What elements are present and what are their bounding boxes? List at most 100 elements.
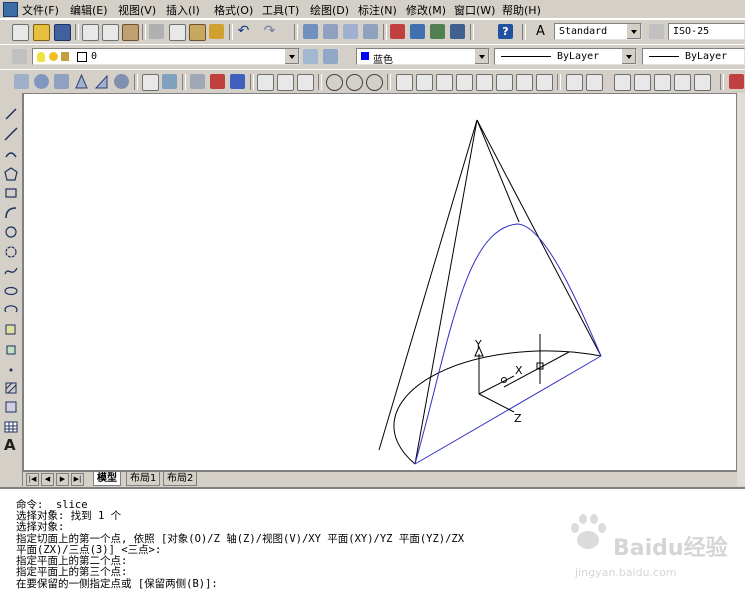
menu-insert[interactable]: 插入(I): [166, 2, 200, 18]
text-style-select[interactable]: Standard: [554, 23, 642, 40]
mtext-icon[interactable]: A: [4, 438, 18, 453]
setup-drawing-icon[interactable]: [257, 74, 274, 91]
last-tab-button[interactable]: ▶|: [71, 473, 84, 486]
dim-style-icon[interactable]: [649, 24, 664, 39]
taper-faces-icon[interactable]: [496, 74, 513, 91]
copy-faces-icon[interactable]: [516, 74, 533, 91]
chevron-down-icon[interactable]: [474, 49, 489, 64]
revolve-icon[interactable]: [162, 74, 177, 89]
cut-icon[interactable]: [149, 24, 164, 39]
undo-icon[interactable]: ↶: [236, 24, 251, 39]
revcloud-icon[interactable]: [4, 245, 18, 259]
menu-file[interactable]: 文件(F): [22, 2, 59, 18]
wedge-icon[interactable]: [94, 74, 109, 89]
subtract-icon[interactable]: [346, 74, 363, 91]
rotate-faces-icon[interactable]: [476, 74, 493, 91]
clean-icon[interactable]: [634, 74, 651, 91]
construction-line-icon[interactable]: [4, 127, 18, 141]
hatch-icon[interactable]: [4, 381, 18, 395]
arc-icon[interactable]: [4, 206, 18, 220]
make-current-icon[interactable]: [303, 49, 318, 64]
union-icon[interactable]: [326, 74, 343, 91]
open-icon[interactable]: [33, 24, 50, 41]
polyline-icon[interactable]: [4, 147, 18, 161]
preview-icon[interactable]: [102, 24, 119, 41]
menu-window[interactable]: 窗口(W): [454, 2, 495, 18]
properties-icon[interactable]: [390, 24, 405, 39]
extrude-faces-icon[interactable]: [396, 74, 413, 91]
chevron-down-icon[interactable]: [626, 24, 641, 39]
help-icon[interactable]: ?: [498, 24, 513, 39]
setup-view-icon[interactable]: [277, 74, 294, 91]
move-faces-icon[interactable]: [416, 74, 433, 91]
color-select[interactable]: 蓝色: [356, 48, 490, 66]
rectangle-icon[interactable]: [4, 186, 18, 200]
polygon-icon[interactable]: [4, 167, 18, 181]
designcenter-icon[interactable]: [410, 24, 425, 39]
ellipse-icon[interactable]: [4, 284, 18, 298]
tab-layout2[interactable]: 布局2: [163, 472, 198, 486]
section-icon[interactable]: [210, 74, 225, 89]
color-faces-icon[interactable]: [536, 74, 553, 91]
new-icon[interactable]: [12, 24, 29, 41]
dim-style-select[interactable]: ISO-25: [668, 23, 745, 40]
torus-icon[interactable]: [114, 74, 129, 89]
copy-edges-icon[interactable]: [566, 74, 583, 91]
cone-icon[interactable]: [74, 73, 89, 89]
layer-manager-icon[interactable]: [12, 49, 27, 64]
tab-layout1[interactable]: 布局1: [126, 472, 161, 486]
layer-previous-icon[interactable]: [323, 49, 338, 64]
check-icon[interactable]: [694, 74, 711, 91]
calc-icon[interactable]: [450, 24, 465, 39]
ellipse-arc-icon[interactable]: [4, 304, 18, 318]
interfere-icon[interactable]: [230, 74, 245, 89]
circle-icon[interactable]: [4, 225, 18, 239]
zoom-previous-icon[interactable]: [363, 24, 378, 39]
menu-help[interactable]: 帮助(H): [502, 2, 541, 18]
shell-icon[interactable]: [674, 74, 691, 91]
setup-profile-icon[interactable]: [297, 74, 314, 91]
next-tab-button[interactable]: ▶: [56, 473, 69, 486]
menu-edit[interactable]: 编辑(E): [70, 2, 108, 18]
paste-icon[interactable]: [189, 24, 206, 41]
menu-draw[interactable]: 绘图(D): [310, 2, 349, 18]
zoom-window-icon[interactable]: [343, 24, 358, 39]
intersect-icon[interactable]: [366, 74, 383, 91]
lineweight-select[interactable]: ByLayer: [642, 48, 745, 65]
line-icon[interactable]: [4, 107, 18, 121]
chevron-down-icon[interactable]: [621, 49, 636, 64]
spline-icon[interactable]: [4, 264, 18, 278]
table-icon[interactable]: [4, 420, 18, 434]
print-icon[interactable]: [82, 24, 99, 41]
text-style-icon[interactable]: A: [533, 24, 548, 39]
copy-icon[interactable]: [169, 24, 186, 41]
extrude-icon[interactable]: [142, 74, 159, 91]
make-block-icon[interactable]: [4, 343, 18, 357]
tab-model[interactable]: 模型: [93, 472, 121, 486]
menu-dimension[interactable]: 标注(N): [358, 2, 397, 18]
linetype-select[interactable]: ByLayer: [494, 48, 637, 65]
save-icon[interactable]: [54, 24, 71, 41]
drawing-canvas[interactable]: Y X Z: [23, 93, 737, 471]
imprint-icon[interactable]: [614, 74, 631, 91]
3d-orbit-icon[interactable]: [729, 74, 744, 89]
menu-modify[interactable]: 修改(M): [406, 2, 446, 18]
chevron-down-icon[interactable]: [284, 49, 299, 64]
command-prompt[interactable]: 在要保留的一侧指定点或 [保留两侧(B)]:: [16, 579, 218, 590]
app-icon[interactable]: [3, 2, 18, 17]
cylinder-icon[interactable]: [54, 74, 69, 89]
color-edges-icon[interactable]: [586, 74, 603, 91]
toolpalette-icon[interactable]: [430, 24, 445, 39]
menu-format[interactable]: 格式(O): [214, 2, 253, 18]
menu-view[interactable]: 视图(V): [118, 2, 156, 18]
layer-select[interactable]: 0: [32, 48, 300, 65]
menu-tools[interactable]: 工具(T): [262, 2, 299, 18]
pan-icon[interactable]: [303, 24, 318, 39]
matchprop-icon[interactable]: [209, 24, 224, 39]
slice-icon[interactable]: [190, 74, 205, 89]
region-icon[interactable]: [4, 400, 18, 414]
zoom-realtime-icon[interactable]: [323, 24, 338, 39]
sphere-icon[interactable]: [34, 74, 49, 89]
publish-icon[interactable]: [122, 24, 139, 41]
prev-tab-button[interactable]: ◀: [41, 473, 54, 486]
